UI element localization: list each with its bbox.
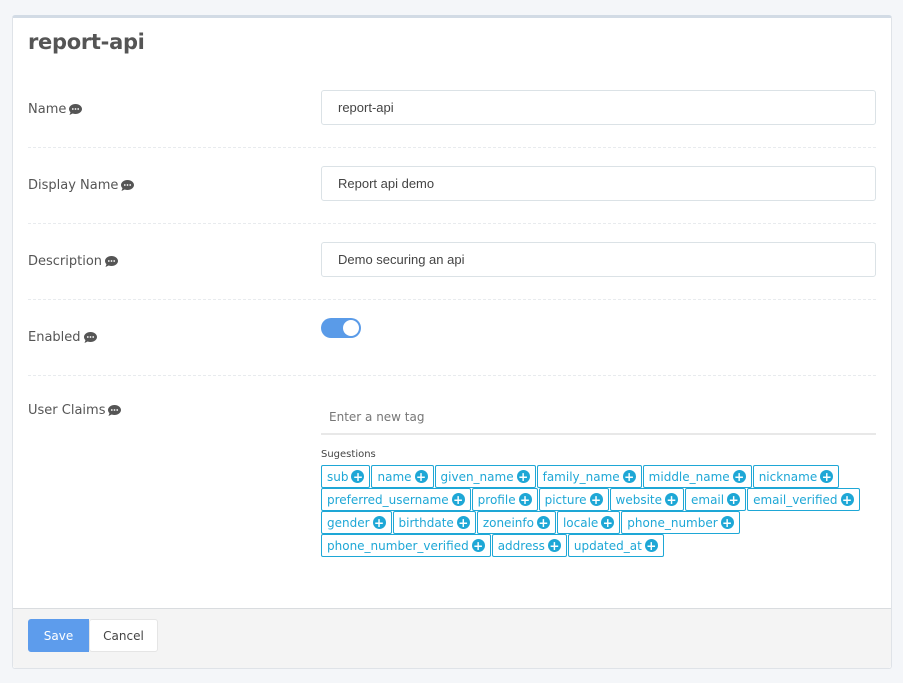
suggestion-tag-label: phone_number_verified xyxy=(327,538,469,553)
form-footer: Save Cancel xyxy=(13,608,891,668)
suggestion-tag-label: updated_at xyxy=(573,538,642,553)
suggestion-row: phone_number_verified + address + updated_at… xyxy=(321,534,881,557)
enabled-label: Enabled xyxy=(28,330,81,345)
plus-circle-icon[interactable]: + xyxy=(727,493,741,506)
suggestion-tag[interactable]: name + xyxy=(371,465,434,488)
suggestion-tag-label: preferred_username xyxy=(327,492,449,507)
cancel-button[interactable]: Cancel xyxy=(89,619,158,652)
suggestion-tags: sub + name + given_name + family_name + middle_n… xyxy=(321,465,881,557)
plus-circle-icon[interactable]: + xyxy=(840,493,854,506)
user-claims-label: User Claims xyxy=(28,403,106,418)
suggestion-tag-label: locale xyxy=(562,515,599,530)
suggestion-tag[interactable]: phone_number_verified + xyxy=(321,534,491,557)
suggestion-tag-label: birthdate xyxy=(398,515,454,530)
plus-circle-icon[interactable]: + xyxy=(471,539,485,552)
suggestion-tag[interactable]: email + xyxy=(685,488,747,511)
suggestions-label: Sugestions xyxy=(321,449,376,460)
suggestion-tag[interactable]: profile + xyxy=(471,488,538,511)
suggestion-tag[interactable]: picture + xyxy=(538,488,609,511)
suggestion-tag-label: name xyxy=(377,469,412,484)
plus-circle-icon[interactable]: + xyxy=(547,539,561,552)
user-claims-tag-input-wrapper xyxy=(321,403,876,435)
suggestion-tag-label: profile xyxy=(477,492,516,507)
field-row-user-claims: User Claims xyxy=(28,403,122,418)
comment-dots-icon[interactable] xyxy=(104,255,119,268)
suggestion-tag[interactable]: phone_number + xyxy=(621,511,740,534)
suggestion-tag-label: phone_number xyxy=(627,515,718,530)
suggestion-row: gender + birthdate + zoneinfo + locale + phone_n… xyxy=(321,511,881,534)
display-name-label: Display Name xyxy=(28,178,119,193)
suggestion-tag[interactable]: preferred_username + xyxy=(321,488,471,511)
suggestion-tag[interactable]: address + xyxy=(491,534,567,557)
suggestion-tag-label: address xyxy=(497,538,545,553)
suggestion-tag-label: website xyxy=(615,492,663,507)
suggestion-tag-label: email xyxy=(691,492,725,507)
plus-circle-icon[interactable]: + xyxy=(644,539,658,552)
plus-circle-icon[interactable]: + xyxy=(372,516,386,529)
plus-circle-icon[interactable]: + xyxy=(622,470,636,483)
suggestion-tag[interactable]: given_name + xyxy=(434,465,536,488)
name-input[interactable] xyxy=(321,90,876,125)
plus-circle-icon[interactable]: + xyxy=(451,493,465,506)
suggestion-tag[interactable]: website + xyxy=(609,488,684,511)
plus-circle-icon[interactable]: + xyxy=(665,493,678,506)
suggestion-tag[interactable]: email_verified + xyxy=(747,488,860,511)
user-claims-tag-input[interactable] xyxy=(321,403,876,431)
suggestion-tag[interactable]: birthdate + xyxy=(392,511,476,534)
plus-circle-icon[interactable]: + xyxy=(601,516,615,529)
comment-dots-icon[interactable] xyxy=(107,404,122,417)
page-title: report-api xyxy=(28,30,145,54)
plus-circle-icon[interactable]: + xyxy=(732,470,746,483)
comment-dots-icon[interactable] xyxy=(68,103,83,116)
description-label: Description xyxy=(28,254,103,269)
suggestion-tag-label: nickname xyxy=(758,469,818,484)
suggestion-tag-label: picture xyxy=(544,492,587,507)
suggestion-row: preferred_username + profile + picture + websi… xyxy=(321,488,881,511)
plus-circle-icon[interactable]: + xyxy=(536,516,550,529)
plus-circle-icon[interactable]: + xyxy=(518,493,532,506)
field-row-enabled: Enabled xyxy=(28,318,876,376)
toggle-knob xyxy=(343,320,359,336)
suggestion-tag[interactable]: nickname + xyxy=(752,465,840,488)
suggestion-tag-label: email_verified xyxy=(753,492,838,507)
suggestion-tag[interactable]: updated_at + xyxy=(567,534,664,557)
plus-circle-icon[interactable]: + xyxy=(820,470,834,483)
suggestion-tag-label: zoneinfo xyxy=(482,515,534,530)
suggestion-tag[interactable]: zoneinfo + xyxy=(476,511,556,534)
comment-dots-icon[interactable] xyxy=(120,179,135,192)
suggestion-tag[interactable]: sub + xyxy=(321,465,371,488)
field-row-description: Description xyxy=(28,242,876,300)
comment-dots-icon[interactable] xyxy=(83,331,98,344)
suggestion-tag-label: middle_name xyxy=(648,469,730,484)
suggestion-tag-label: family_name xyxy=(542,469,620,484)
api-resource-card: report-api Name Display Name Description… xyxy=(12,15,892,669)
display-name-input[interactable] xyxy=(321,166,876,201)
suggestion-tag-label: given_name xyxy=(440,469,514,484)
plus-circle-icon[interactable]: + xyxy=(351,470,365,483)
plus-circle-icon[interactable]: + xyxy=(589,493,603,506)
suggestion-tag-label: gender xyxy=(327,515,370,530)
suggestion-tag[interactable]: locale + xyxy=(556,511,621,534)
enabled-toggle[interactable] xyxy=(321,318,361,338)
suggestion-tag-label: sub xyxy=(327,469,349,484)
save-button[interactable]: Save xyxy=(28,619,89,652)
suggestion-tag[interactable]: family_name + xyxy=(536,465,642,488)
description-input[interactable] xyxy=(321,242,876,277)
suggestion-tag[interactable]: middle_name + xyxy=(642,465,752,488)
plus-circle-icon[interactable]: + xyxy=(456,516,470,529)
suggestion-tag[interactable]: gender + xyxy=(321,511,392,534)
field-row-display-name: Display Name xyxy=(28,166,876,224)
name-label: Name xyxy=(28,102,67,117)
field-row-name: Name xyxy=(28,90,876,148)
plus-circle-icon[interactable]: + xyxy=(720,516,734,529)
suggestion-row: sub + name + given_name + family_name + middle_n… xyxy=(321,465,881,488)
plus-circle-icon[interactable]: + xyxy=(414,470,428,483)
plus-circle-icon[interactable]: + xyxy=(516,470,530,483)
